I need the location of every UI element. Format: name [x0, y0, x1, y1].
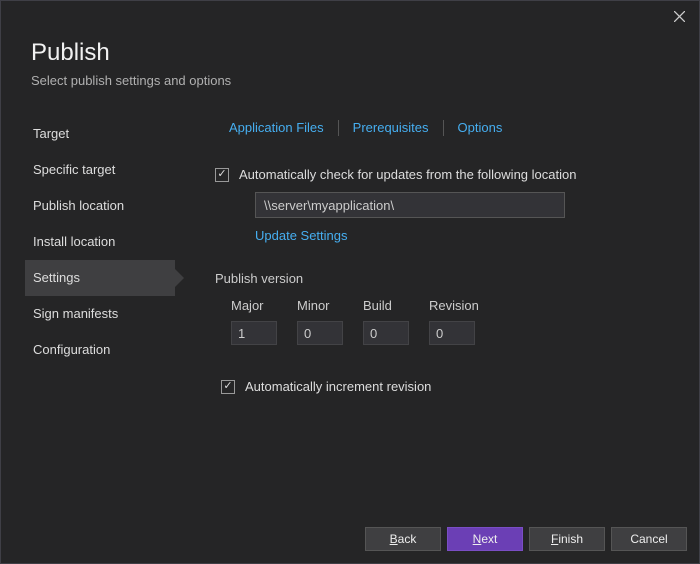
close-button[interactable] — [659, 2, 699, 30]
back-button[interactable]: Back — [365, 527, 441, 551]
page-subtitle: Select publish settings and options — [31, 73, 669, 88]
auto-update-label: Automatically check for updates from the… — [239, 167, 576, 182]
dialog-footer: Back Next Finish Cancel — [365, 527, 687, 551]
finish-button[interactable]: Finish — [529, 527, 605, 551]
next-button[interactable]: Next — [447, 527, 523, 551]
major-input[interactable] — [231, 321, 277, 345]
build-label: Build — [363, 298, 411, 313]
titlebar — [1, 1, 699, 31]
minor-label: Minor — [297, 298, 345, 313]
cancel-button[interactable]: Cancel — [611, 527, 687, 551]
revision-label: Revision — [429, 298, 477, 313]
major-label: Major — [231, 298, 279, 313]
sidebar-item-configuration[interactable]: Configuration — [25, 332, 175, 368]
sidebar-item-settings[interactable]: Settings — [25, 260, 175, 296]
sidebar-item-publish-location[interactable]: Publish location — [25, 188, 175, 224]
revision-input[interactable] — [429, 321, 475, 345]
publish-version-label: Publish version — [215, 271, 675, 286]
auto-update-checkbox[interactable] — [215, 168, 229, 182]
tab-options[interactable]: Options — [444, 118, 517, 137]
sidebar-item-install-location[interactable]: Install location — [25, 224, 175, 260]
close-icon — [674, 11, 685, 22]
update-settings-link[interactable]: Update Settings — [255, 228, 348, 243]
tab-application-files[interactable]: Application Files — [215, 118, 338, 137]
auto-increment-label: Automatically increment revision — [245, 379, 431, 394]
settings-tabs: Application Files Prerequisites Options — [215, 118, 675, 137]
dialog-header: Publish Select publish settings and opti… — [1, 31, 699, 106]
build-input[interactable] — [363, 321, 409, 345]
sidebar-item-specific-target[interactable]: Specific target — [25, 152, 175, 188]
tab-prerequisites[interactable]: Prerequisites — [339, 118, 443, 137]
auto-increment-checkbox[interactable] — [221, 380, 235, 394]
update-location-input[interactable] — [255, 192, 565, 218]
minor-input[interactable] — [297, 321, 343, 345]
sidebar-item-sign-manifests[interactable]: Sign manifests — [25, 296, 175, 332]
version-fields: Major Minor Build Revision — [231, 298, 675, 345]
sidebar-item-target[interactable]: Target — [25, 116, 175, 152]
sidebar: Target Specific target Publish location … — [25, 116, 175, 394]
publish-dialog: Publish Select publish settings and opti… — [0, 0, 700, 564]
page-title: Publish — [31, 39, 669, 67]
settings-panel: Application Files Prerequisites Options … — [175, 116, 675, 394]
